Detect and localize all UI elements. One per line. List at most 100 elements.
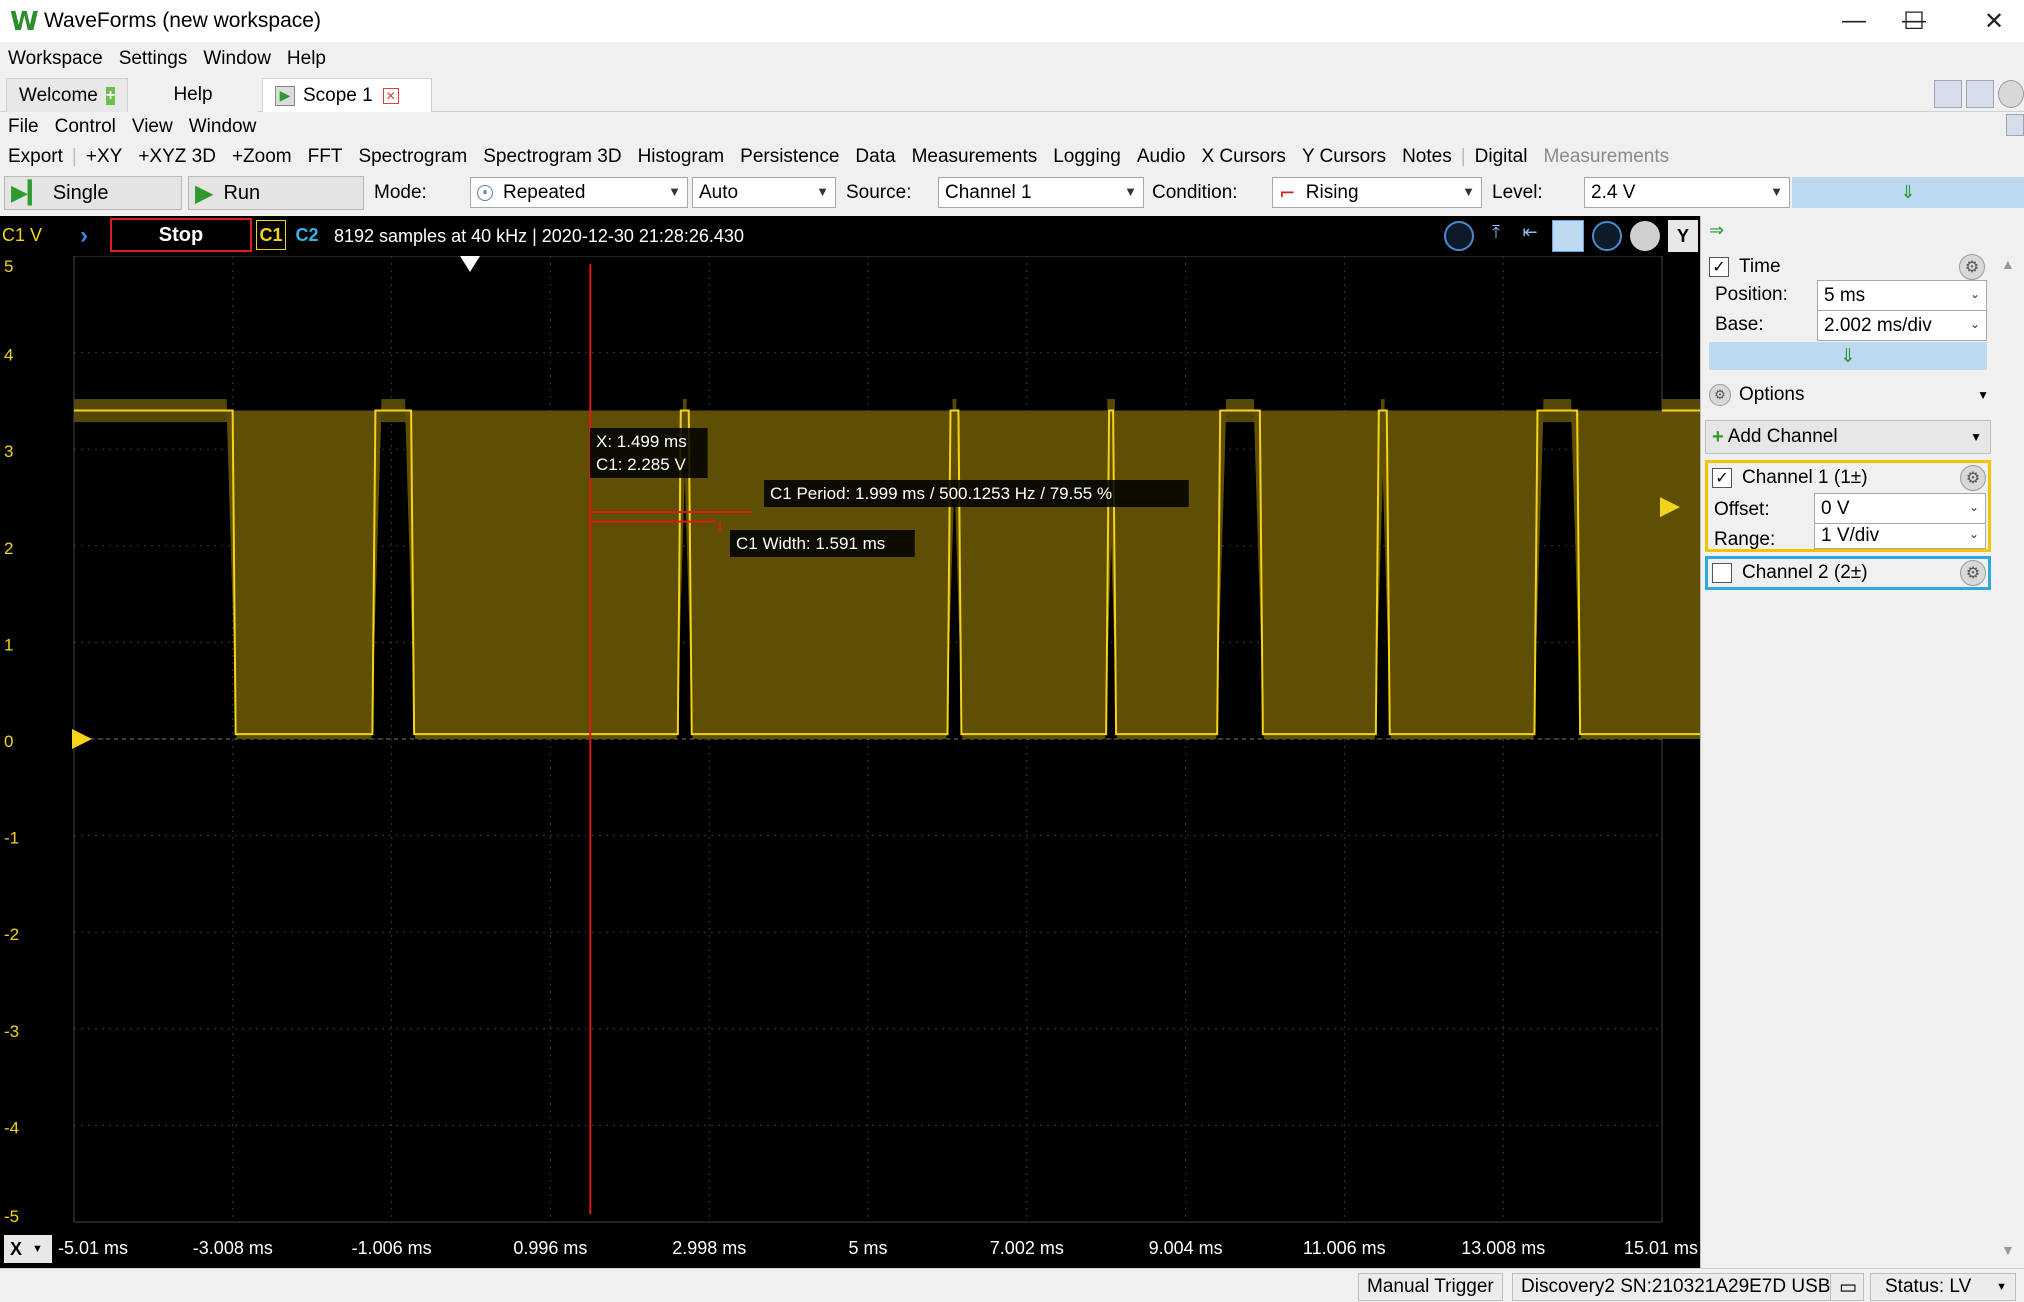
base-value: 2.002 ms/div: [1824, 314, 1932, 336]
repeat-icon: ⏸: [477, 184, 493, 201]
cursor-pair-icon[interactable]: ⇤: [1516, 222, 1544, 250]
minimize-button-glyph[interactable]: —: [1824, 4, 1884, 38]
tab-scope-1[interactable]: ▶ Scope 1 ✕: [262, 78, 432, 112]
toolbar-x-cursors[interactable]: X Cursors: [1193, 146, 1293, 168]
toolbar-measurements[interactable]: Measurements: [904, 146, 1046, 168]
close-tab-icon[interactable]: ✕: [382, 87, 399, 104]
split-icon[interactable]: [1966, 80, 1994, 108]
toolbar-xyz-3d[interactable]: +XYZ 3D: [130, 146, 224, 168]
oscilloscope-plot[interactable]: 5 4 3 2 1 0 -1 -2 -3 -4 -5 X: 1.499 ms C1: 2.285 V C1…: [0, 256, 1700, 1230]
tab-help-label: Help: [173, 84, 213, 105]
level-value: 2.4 V: [1591, 181, 1636, 203]
menu-window[interactable]: Window: [195, 48, 279, 70]
zoom-in-icon[interactable]: [1444, 221, 1474, 251]
maximize-button[interactable]: ☐: [1884, 4, 1944, 38]
menu-scope-window[interactable]: Window: [181, 116, 265, 138]
source-select[interactable]: Channel 1 ▼: [938, 177, 1144, 208]
period-measurement-text: C1 Period: 1.999 ms / 500.1253 Hz / 79.5…: [770, 484, 1112, 503]
pan-tool-icon[interactable]: [1552, 220, 1584, 252]
single-button[interactable]: ▶▎ Single: [4, 176, 182, 210]
expand-arrow-icon[interactable]: ›: [80, 222, 88, 250]
layout-icon[interactable]: [1934, 80, 1962, 108]
add-tab-icon[interactable]: +: [105, 86, 116, 105]
mode-select[interactable]: ⏸ Repeated ▼: [470, 177, 688, 208]
channel-1-gear-icon[interactable]: ⚙: [1960, 465, 1986, 491]
toolbar-digital[interactable]: Digital: [1467, 146, 1536, 168]
chevron-down-icon: ▼: [1977, 388, 1989, 402]
source-value: Channel 1: [945, 181, 1032, 203]
toolbar-export[interactable]: Export: [0, 146, 71, 168]
restore-icon[interactable]: [2006, 114, 2024, 136]
menu-view[interactable]: View: [124, 116, 181, 138]
offset-input[interactable]: 0 V ⌄: [1814, 493, 1986, 524]
scroll-down-icon[interactable]: ▼: [2001, 1242, 2015, 1258]
tab-welcome[interactable]: Welcome +: [6, 78, 128, 112]
y-tick-label: 2: [4, 539, 13, 558]
time-gear-icon[interactable]: ⚙: [1959, 254, 1985, 280]
y-tick-label: 5: [4, 257, 13, 276]
menu-control[interactable]: Control: [47, 116, 124, 138]
plot-settings-gear-icon[interactable]: [1630, 221, 1660, 251]
y-tick-label: 4: [4, 346, 13, 365]
menu-help[interactable]: Help: [279, 48, 334, 70]
tab-help[interactable]: Help: [128, 78, 258, 112]
toolbar-notes[interactable]: Notes: [1394, 146, 1460, 168]
cursor-tool-icon[interactable]: ⤒: [1482, 222, 1510, 250]
add-channel-label: Add Channel: [1727, 426, 1838, 447]
toolbar-data[interactable]: Data: [847, 146, 903, 168]
channel-1-toggle[interactable]: C1: [256, 220, 286, 250]
toolbar-histogram[interactable]: Histogram: [630, 146, 733, 168]
chevron-down-icon: ▼: [816, 184, 829, 199]
settings-gear-icon[interactable]: [1998, 80, 2024, 108]
toolbar-spectrogram[interactable]: Spectrogram: [350, 146, 475, 168]
add-channel-button[interactable]: + Add Channel ▼: [1705, 420, 1991, 454]
toolbar-xy[interactable]: +XY: [78, 146, 130, 168]
position-input[interactable]: 5 ms ⌄: [1817, 280, 1987, 311]
base-input[interactable]: 2.002 ms/div ⌄: [1817, 310, 1987, 341]
period-measurement: C1 Period: 1.999 ms / 500.1253 Hz / 79.5…: [764, 480, 1189, 507]
panel-arrow-icon[interactable]: ⇒: [1709, 220, 1724, 241]
channel-2-toggle[interactable]: C2: [292, 220, 322, 250]
toolbar-y-cursors[interactable]: Y Cursors: [1294, 146, 1394, 168]
device-label[interactable]: Discovery2 SN:210321A29E7D USB: [1512, 1273, 1840, 1301]
expand-down-icon[interactable]: ⇓: [1792, 177, 2024, 208]
time-checkbox[interactable]: ✓: [1709, 257, 1729, 277]
y-axis-button[interactable]: Y: [1668, 220, 1698, 252]
time-expand-icon[interactable]: ⇓: [1709, 342, 1987, 370]
channel-2-checkbox[interactable]: [1712, 563, 1732, 583]
menu-settings[interactable]: Settings: [111, 48, 196, 70]
y-tick-label: -2: [4, 925, 19, 944]
toolbar-persistence[interactable]: Persistence: [732, 146, 847, 168]
toolbar-fft[interactable]: FFT: [300, 146, 351, 168]
level-input[interactable]: 2.4 V ▼: [1584, 177, 1790, 208]
waveforms-logo-icon: W: [10, 7, 39, 37]
stop-button[interactable]: Stop: [110, 218, 252, 252]
status-dropdown[interactable]: Status: LV ▼: [1870, 1273, 2016, 1301]
close-button[interactable]: ✕: [1964, 4, 2024, 38]
channel-1-checkbox[interactable]: ✓: [1712, 468, 1732, 488]
options-section[interactable]: ⚙ Options ▼: [1709, 384, 1989, 406]
run-button[interactable]: ▶ Run: [188, 176, 364, 210]
run-icon: ▶: [195, 179, 214, 207]
y-tick-label: 0: [4, 732, 13, 751]
channel-2-label: Channel 2 (2±): [1742, 562, 1868, 583]
menu-workspace[interactable]: Workspace: [0, 48, 111, 70]
channel-2-gear-icon[interactable]: ⚙: [1960, 560, 1986, 586]
eraser-icon[interactable]: ▭: [1830, 1273, 1864, 1301]
chevron-down-icon: ▼: [1770, 184, 1783, 199]
toolbar-audio[interactable]: Audio: [1129, 146, 1194, 168]
x-tick-label: -1.006 ms: [351, 1238, 432, 1258]
toolbar-zoom[interactable]: +Zoom: [224, 146, 300, 168]
scroll-up-icon[interactable]: ▲: [2001, 256, 2015, 272]
trigger-mode-select[interactable]: Auto ▼: [692, 177, 836, 208]
zoom-out-icon[interactable]: [1592, 221, 1622, 251]
range-input[interactable]: 1 V/div ⌄: [1814, 523, 1986, 549]
menu-file[interactable]: File: [0, 116, 47, 138]
manual-trigger-button[interactable]: Manual Trigger: [1358, 1273, 1503, 1301]
position-label: Position:: [1715, 284, 1788, 305]
y-tick-label: 3: [4, 442, 13, 461]
channel-2-panel: Channel 2 (2±) ⚙: [1705, 556, 1991, 590]
toolbar-logging[interactable]: Logging: [1045, 146, 1129, 168]
toolbar-spectrogram-3d[interactable]: Spectrogram 3D: [475, 146, 629, 168]
condition-select[interactable]: ⌐ Rising ▼: [1272, 177, 1482, 208]
